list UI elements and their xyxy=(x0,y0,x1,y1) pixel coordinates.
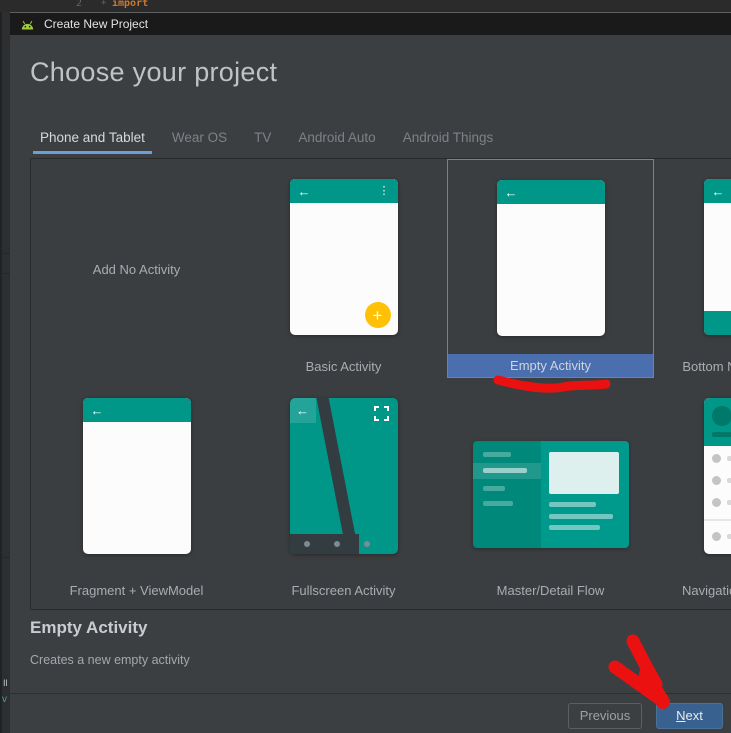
window-title: Create New Project xyxy=(44,17,148,31)
template-gallery: Add No Activity ← ⋮ + Basic Activity ← E… xyxy=(30,158,731,610)
template-label: Fullscreen Activity xyxy=(240,583,447,598)
android-icon xyxy=(20,18,35,31)
editor-keyword: import xyxy=(112,0,148,9)
phone-mockup: ← xyxy=(497,180,605,336)
list-line xyxy=(483,501,513,506)
next-rest: ext xyxy=(686,708,703,723)
drawer-header xyxy=(704,398,731,446)
detail-image-placeholder xyxy=(549,452,619,494)
item-line xyxy=(727,534,731,539)
template-add-no-activity[interactable]: Add No Activity xyxy=(33,159,240,378)
gutter-divider xyxy=(2,557,10,558)
nav-dot xyxy=(304,541,310,547)
appbar: ← xyxy=(704,179,731,203)
selected-template-description: Creates a new empty activity xyxy=(30,653,190,667)
detail-line xyxy=(549,525,600,530)
template-label: Master/Detail Flow xyxy=(447,583,654,598)
dialog-titlebar: Create New Project xyxy=(10,13,731,35)
list-line xyxy=(483,452,511,457)
next-button[interactable]: Next xyxy=(656,703,723,729)
template-label: Navigation Drawer Activity xyxy=(654,583,731,598)
item-line xyxy=(727,500,731,505)
nav-dot xyxy=(334,541,340,547)
detail-pane xyxy=(541,441,629,548)
tab-tv[interactable]: TV xyxy=(247,125,278,155)
gutter-mark: v xyxy=(2,694,7,705)
template-label: Bottom Navigation Activity xyxy=(654,359,731,374)
tab-android-things[interactable]: Android Things xyxy=(396,125,501,155)
gutter-divider xyxy=(2,273,10,274)
footer-divider xyxy=(10,693,731,694)
list-line xyxy=(483,486,505,491)
tab-android-auto[interactable]: Android Auto xyxy=(291,125,382,155)
detail-line xyxy=(549,514,613,519)
selected-template-title: Empty Activity xyxy=(30,618,147,638)
phone-mockup xyxy=(704,398,731,554)
nav-dot xyxy=(364,541,370,547)
tab-phone-and-tablet[interactable]: Phone and Tablet xyxy=(33,125,152,155)
template-label: Basic Activity xyxy=(240,359,447,374)
template-fullscreen-activity[interactable]: ← Fullscreen Activity xyxy=(240,378,447,610)
item-icon xyxy=(712,454,721,463)
selected-template-bar: Empty Activity xyxy=(448,354,653,377)
template-navigation-drawer-activity[interactable]: Navigation Drawer Activity xyxy=(654,378,731,610)
overflow-menu-icon: ⋮ xyxy=(379,186,390,197)
phone-mockup: ← xyxy=(290,398,398,554)
diagonal-stripe xyxy=(313,398,362,554)
editor-line-number: 2 xyxy=(76,0,82,9)
drawer-item xyxy=(704,476,731,486)
item-icon xyxy=(712,498,721,507)
template-master-detail-flow[interactable]: Master/Detail Flow xyxy=(447,378,654,610)
item-icon xyxy=(712,532,721,541)
background-gutter-strip: Il v xyxy=(0,12,10,733)
fab-plus-icon: + xyxy=(365,302,391,328)
template-empty-activity[interactable]: ← Empty Activity xyxy=(447,159,654,378)
template-label: Empty Activity xyxy=(448,358,653,373)
gutter-mark: Il xyxy=(3,678,8,688)
tab-wear-os[interactable]: Wear OS xyxy=(165,125,234,155)
template-label: Add No Activity xyxy=(33,262,240,277)
drawer-divider xyxy=(704,519,731,521)
item-line xyxy=(727,478,731,483)
next-mnemonic: N xyxy=(676,708,685,723)
phone-mockup: ← ⋮ + xyxy=(290,179,398,335)
tablet-mockup xyxy=(473,441,629,548)
header-line xyxy=(712,432,731,437)
template-bottom-navigation-activity[interactable]: ← Bottom Navigation Activity xyxy=(654,159,731,378)
back-arrow-icon: ← xyxy=(298,185,311,198)
phone-mockup: ← xyxy=(704,179,731,335)
list-line xyxy=(483,468,527,473)
back-arrow-icon: ← xyxy=(505,186,518,199)
background-editor-strip: 2 + import xyxy=(0,0,731,12)
drawer-item xyxy=(704,532,731,542)
item-line xyxy=(727,456,731,461)
detail-line xyxy=(549,502,596,507)
appbar: ← xyxy=(497,180,605,204)
appbar: ← xyxy=(83,398,191,422)
code-fold-icon: + xyxy=(101,0,106,8)
gutter-divider xyxy=(2,253,10,254)
item-icon xyxy=(712,476,721,485)
back-arrow-icon: ← xyxy=(712,185,725,198)
form-factor-tabs: Phone and Tablet Wear OS TV Android Auto… xyxy=(33,125,513,155)
previous-button[interactable]: Previous xyxy=(568,703,642,729)
create-new-project-dialog: Create New Project Choose your project P… xyxy=(10,12,731,733)
page-title: Choose your project xyxy=(30,57,277,88)
master-list-pane xyxy=(473,441,541,548)
drawer-item xyxy=(704,498,731,508)
avatar xyxy=(712,406,731,426)
back-arrow-icon: ← xyxy=(91,404,104,417)
phone-mockup: ← xyxy=(83,398,191,554)
fullscreen-icon xyxy=(374,406,389,421)
template-fragment-viewmodel[interactable]: ← Fragment + ViewModel xyxy=(33,378,240,610)
back-arrow-icon: ← xyxy=(290,398,316,423)
bottom-nav-bar xyxy=(704,311,731,335)
appbar: ← ⋮ xyxy=(290,179,398,203)
drawer-item xyxy=(704,454,731,464)
template-basic-activity[interactable]: ← ⋮ + Basic Activity xyxy=(240,159,447,378)
template-label: Fragment + ViewModel xyxy=(33,583,240,598)
